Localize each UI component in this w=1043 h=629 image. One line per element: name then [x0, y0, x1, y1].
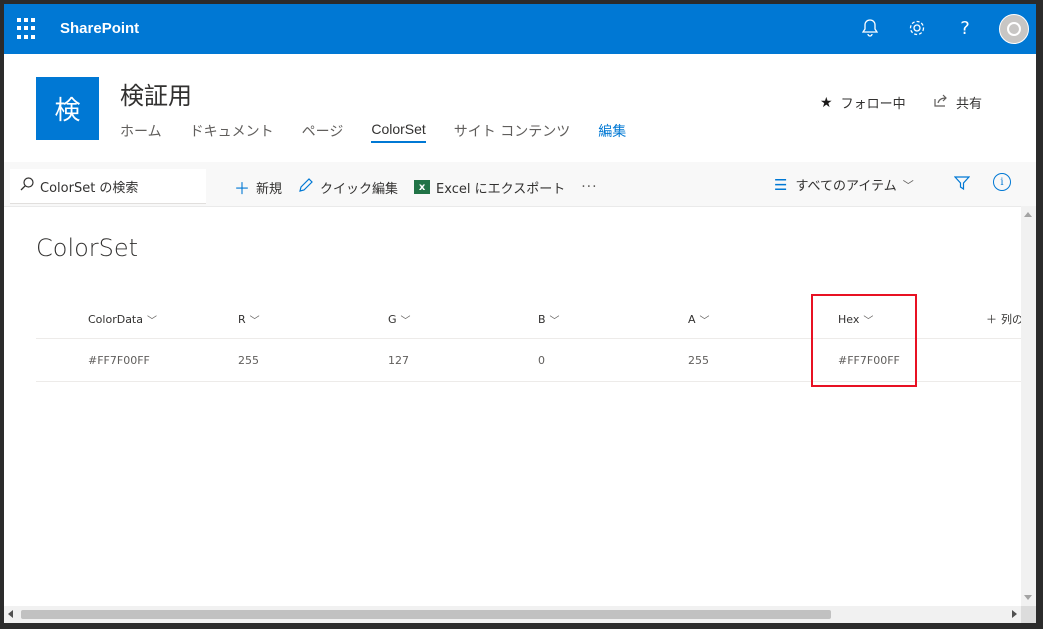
cell-b: 0 [538, 353, 545, 367]
search-placeholder: ColorSet の検索 [40, 180, 139, 196]
highlight-box-hex-column [811, 294, 917, 387]
view-selector[interactable]: ☰ すべてのアイテム ﹀ [774, 175, 914, 195]
column-label: G [388, 312, 397, 326]
horizontal-scrollbar[interactable] [4, 606, 1021, 623]
cell-a: 255 [688, 353, 709, 367]
user-avatar[interactable] [999, 14, 1029, 44]
column-label: B [538, 312, 546, 326]
nav-pages[interactable]: ページ [302, 119, 344, 149]
share-label: 共有 [956, 97, 983, 112]
cell-r: 255 [238, 353, 259, 367]
scroll-right-arrow-icon[interactable] [1012, 610, 1017, 618]
excel-icon: x [414, 180, 431, 194]
sharepoint-brand[interactable]: SharePoint [60, 20, 139, 37]
share-icon [934, 94, 948, 111]
star-icon: ★ [820, 94, 833, 111]
plus-icon: ＋ [986, 313, 997, 326]
chevron-down-icon: ﹀ [249, 315, 260, 327]
follow-button[interactable]: ★ フォロー中 [820, 93, 906, 113]
chevron-down-icon: ﹀ [146, 315, 157, 327]
column-header-colordata[interactable]: ColorData ﹀ [88, 300, 157, 338]
scrollbar-corner [1021, 606, 1036, 623]
search-icon [20, 177, 34, 195]
column-label: R [238, 312, 246, 326]
horizontal-scroll-thumb[interactable] [21, 610, 831, 619]
scroll-up-arrow-icon[interactable] [1024, 212, 1032, 217]
column-header-r[interactable]: R ﹀ [238, 300, 260, 338]
list-title: ColorSet [36, 234, 139, 262]
column-header-b[interactable]: B ﹀ [538, 300, 560, 338]
add-column-label: 列の [1001, 313, 1023, 326]
scroll-down-arrow-icon[interactable] [1024, 595, 1032, 600]
pencil-icon [298, 177, 314, 197]
vertical-scrollbar[interactable] [1021, 206, 1036, 606]
chevron-down-icon: ﹀ [400, 315, 411, 327]
list-search-box[interactable]: ColorSet の検索 [10, 169, 206, 204]
share-button[interactable]: 共有 [934, 93, 982, 112]
add-column-button[interactable]: ＋ 列の [986, 300, 1023, 338]
cell-colordata: #FF7F00FF [88, 353, 150, 367]
settings-gear-icon[interactable] [906, 17, 928, 39]
export-label: Excel にエクスポート [436, 181, 566, 197]
list-view-icon: ☰ [774, 175, 788, 194]
nav-documents[interactable]: ドキュメント [190, 119, 274, 149]
chevron-down-icon: ﹀ [699, 315, 710, 327]
scroll-left-arrow-icon[interactable] [8, 610, 13, 618]
new-button[interactable]: ＋ 新規 [234, 175, 282, 199]
view-label: すべてのアイテム [795, 179, 897, 194]
help-icon[interactable]: ? [954, 17, 976, 39]
column-header-g[interactable]: G ﹀ [388, 300, 411, 338]
export-excel-button[interactable]: x Excel にエクスポート [414, 178, 565, 197]
column-label: ColorData [88, 312, 143, 326]
more-commands-button[interactable]: ··· [581, 179, 597, 195]
column-header-a[interactable]: A ﹀ [688, 300, 710, 338]
follow-label: フォロー中 [840, 97, 906, 112]
nav-home[interactable]: ホーム [120, 119, 162, 149]
browser-viewport: SharePoint ? 検 検証用 ホーム ドキュメント ページ ColorS… [4, 4, 1036, 623]
nav-colorset[interactable]: ColorSet [371, 119, 427, 149]
quick-edit-label: クイック編集 [320, 181, 399, 197]
site-title[interactable]: 検証用 [120, 76, 192, 111]
plus-icon: ＋ [234, 179, 251, 198]
filter-icon[interactable] [953, 175, 971, 195]
cell-g: 127 [388, 353, 409, 367]
info-icon[interactable]: i [993, 173, 1011, 191]
nav-edit-link[interactable]: 編集 [598, 119, 626, 149]
command-bar: ColorSet の検索 ＋ 新規 クイック編集 x Excel にエクスポート… [4, 162, 1036, 207]
site-logo[interactable]: 検 [36, 77, 99, 140]
column-label: A [688, 312, 696, 326]
quick-edit-button[interactable]: クイック編集 [298, 177, 398, 197]
chevron-down-icon: ﹀ [549, 315, 560, 327]
chevron-down-icon: ﹀ [902, 178, 914, 192]
new-label: 新規 [256, 181, 283, 197]
app-launcher-icon[interactable] [17, 18, 39, 40]
suite-bar: SharePoint ? [4, 4, 1036, 54]
nav-site-contents[interactable]: サイト コンテンツ [454, 119, 570, 149]
site-navigation: ホーム ドキュメント ページ ColorSet サイト コンテンツ 編集 [120, 119, 654, 149]
notification-bell-icon[interactable] [859, 17, 881, 39]
